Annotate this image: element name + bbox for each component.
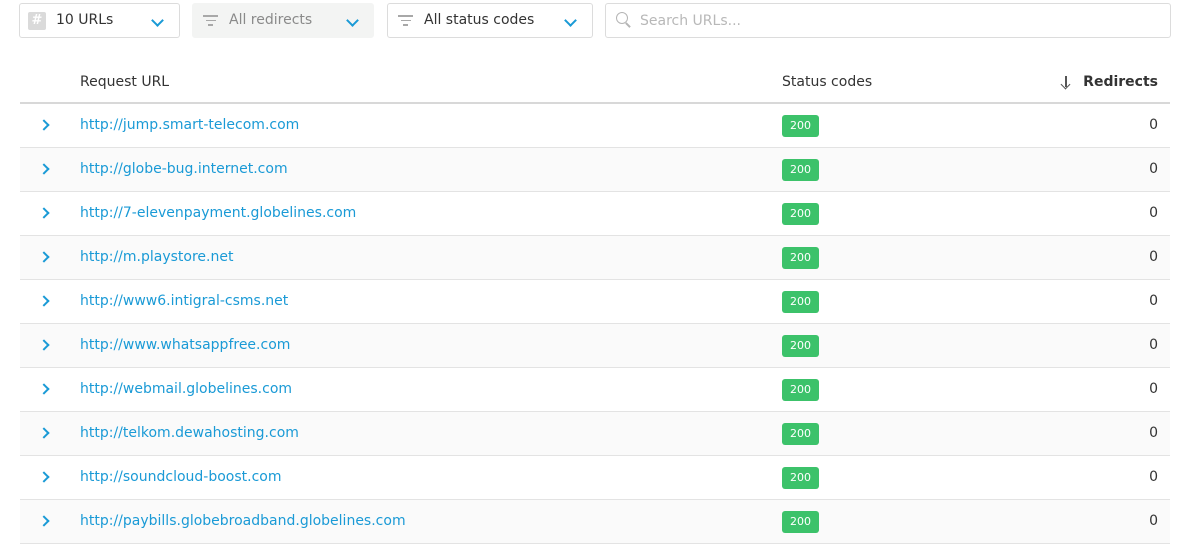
- chevron-right-icon[interactable]: [38, 163, 50, 175]
- redirect-count: 0: [1149, 161, 1158, 177]
- search-box: [605, 3, 1171, 38]
- redirects-filter-label: All redirects: [229, 12, 313, 28]
- table-row[interactable]: http://jump.smart-telecom.com 200 0: [20, 104, 1170, 148]
- request-url-link[interactable]: http://m.playstore.net: [80, 249, 233, 265]
- chevron-right-icon[interactable]: [38, 339, 50, 351]
- redirect-count: 0: [1149, 381, 1158, 397]
- table-row[interactable]: http://telkom.dewahosting.com 200 0: [20, 412, 1170, 456]
- status-badge: 200: [782, 423, 819, 445]
- redirect-count: 0: [1149, 469, 1158, 485]
- chevron-right-icon[interactable]: [38, 119, 50, 131]
- table-row[interactable]: http://paybills.globebroadband.globeline…: [20, 500, 1170, 544]
- status-badge: 200: [782, 203, 819, 225]
- status-filter-label: All status codes: [424, 12, 535, 28]
- redirect-count: 0: [1149, 117, 1158, 133]
- column-header-status[interactable]: Status codes: [782, 74, 872, 90]
- request-url-link[interactable]: http://www6.intigral-csms.net: [80, 293, 288, 309]
- status-badge: 200: [782, 467, 819, 489]
- status-badge: 200: [782, 335, 819, 357]
- hash-icon: #: [28, 12, 46, 30]
- table-row[interactable]: http://m.playstore.net 200 0: [20, 236, 1170, 280]
- table-body: http://jump.smart-telecom.com 200 0 http://…: [20, 104, 1170, 544]
- status-badge: 200: [782, 291, 819, 313]
- search-input[interactable]: [640, 9, 1160, 33]
- chevron-right-icon[interactable]: [38, 471, 50, 483]
- redirect-count: 0: [1149, 337, 1158, 353]
- chevron-down-icon: [346, 14, 359, 27]
- toolbar: # 10 URLs All redirects All status codes: [19, 3, 1171, 38]
- filter-icon: [203, 15, 218, 27]
- status-badge: 200: [782, 247, 819, 269]
- redirect-count: 0: [1149, 205, 1158, 221]
- request-url-link[interactable]: http://jump.smart-telecom.com: [80, 117, 299, 133]
- url-table: Request URL Status codes Redirects http:…: [20, 62, 1170, 544]
- chevron-down-icon: [564, 14, 577, 27]
- redirect-count: 0: [1149, 293, 1158, 309]
- filter-icon: [398, 15, 413, 27]
- redirect-count: 0: [1149, 249, 1158, 265]
- request-url-link[interactable]: http://soundcloud-boost.com: [80, 469, 282, 485]
- redirect-count: 0: [1149, 425, 1158, 441]
- chevron-down-icon: [151, 14, 164, 27]
- column-header-url[interactable]: Request URL: [80, 74, 169, 90]
- redirect-count: 0: [1149, 513, 1158, 529]
- url-count-dropdown[interactable]: # 10 URLs: [19, 3, 180, 38]
- chevron-right-icon[interactable]: [38, 515, 50, 527]
- redirects-filter-dropdown[interactable]: All redirects: [192, 3, 374, 38]
- request-url-link[interactable]: http://paybills.globebroadband.globeline…: [80, 513, 406, 529]
- table-row[interactable]: http://www.whatsappfree.com 200 0: [20, 324, 1170, 368]
- table-row[interactable]: http://globe-bug.internet.com 200 0: [20, 148, 1170, 192]
- request-url-link[interactable]: http://7-elevenpayment.globelines.com: [80, 205, 356, 221]
- table-header: Request URL Status codes Redirects: [20, 62, 1170, 104]
- request-url-link[interactable]: http://telkom.dewahosting.com: [80, 425, 299, 441]
- column-header-redirects[interactable]: Redirects: [1060, 74, 1158, 90]
- status-badge: 200: [782, 115, 819, 137]
- status-badge: 200: [782, 511, 819, 533]
- status-badge: 200: [782, 379, 819, 401]
- chevron-right-icon[interactable]: [38, 383, 50, 395]
- request-url-link[interactable]: http://www.whatsappfree.com: [80, 337, 290, 353]
- table-row[interactable]: http://webmail.globelines.com 200 0: [20, 368, 1170, 412]
- status-filter-dropdown[interactable]: All status codes: [387, 3, 593, 38]
- chevron-right-icon[interactable]: [38, 251, 50, 263]
- column-header-redirects-label: Redirects: [1083, 74, 1158, 90]
- table-row[interactable]: http://7-elevenpayment.globelines.com 200…: [20, 192, 1170, 236]
- request-url-link[interactable]: http://globe-bug.internet.com: [80, 161, 288, 177]
- chevron-right-icon[interactable]: [38, 427, 50, 439]
- chevron-right-icon[interactable]: [38, 207, 50, 219]
- status-badge: 200: [782, 159, 819, 181]
- table-row[interactable]: http://www6.intigral-csms.net 200 0: [20, 280, 1170, 324]
- chevron-right-icon[interactable]: [38, 295, 50, 307]
- table-row[interactable]: http://soundcloud-boost.com 200 0: [20, 456, 1170, 500]
- search-icon: [616, 12, 632, 28]
- request-url-link[interactable]: http://webmail.globelines.com: [80, 381, 292, 397]
- sort-descending-icon: [1060, 75, 1071, 89]
- url-count-label: 10 URLs: [56, 12, 114, 28]
